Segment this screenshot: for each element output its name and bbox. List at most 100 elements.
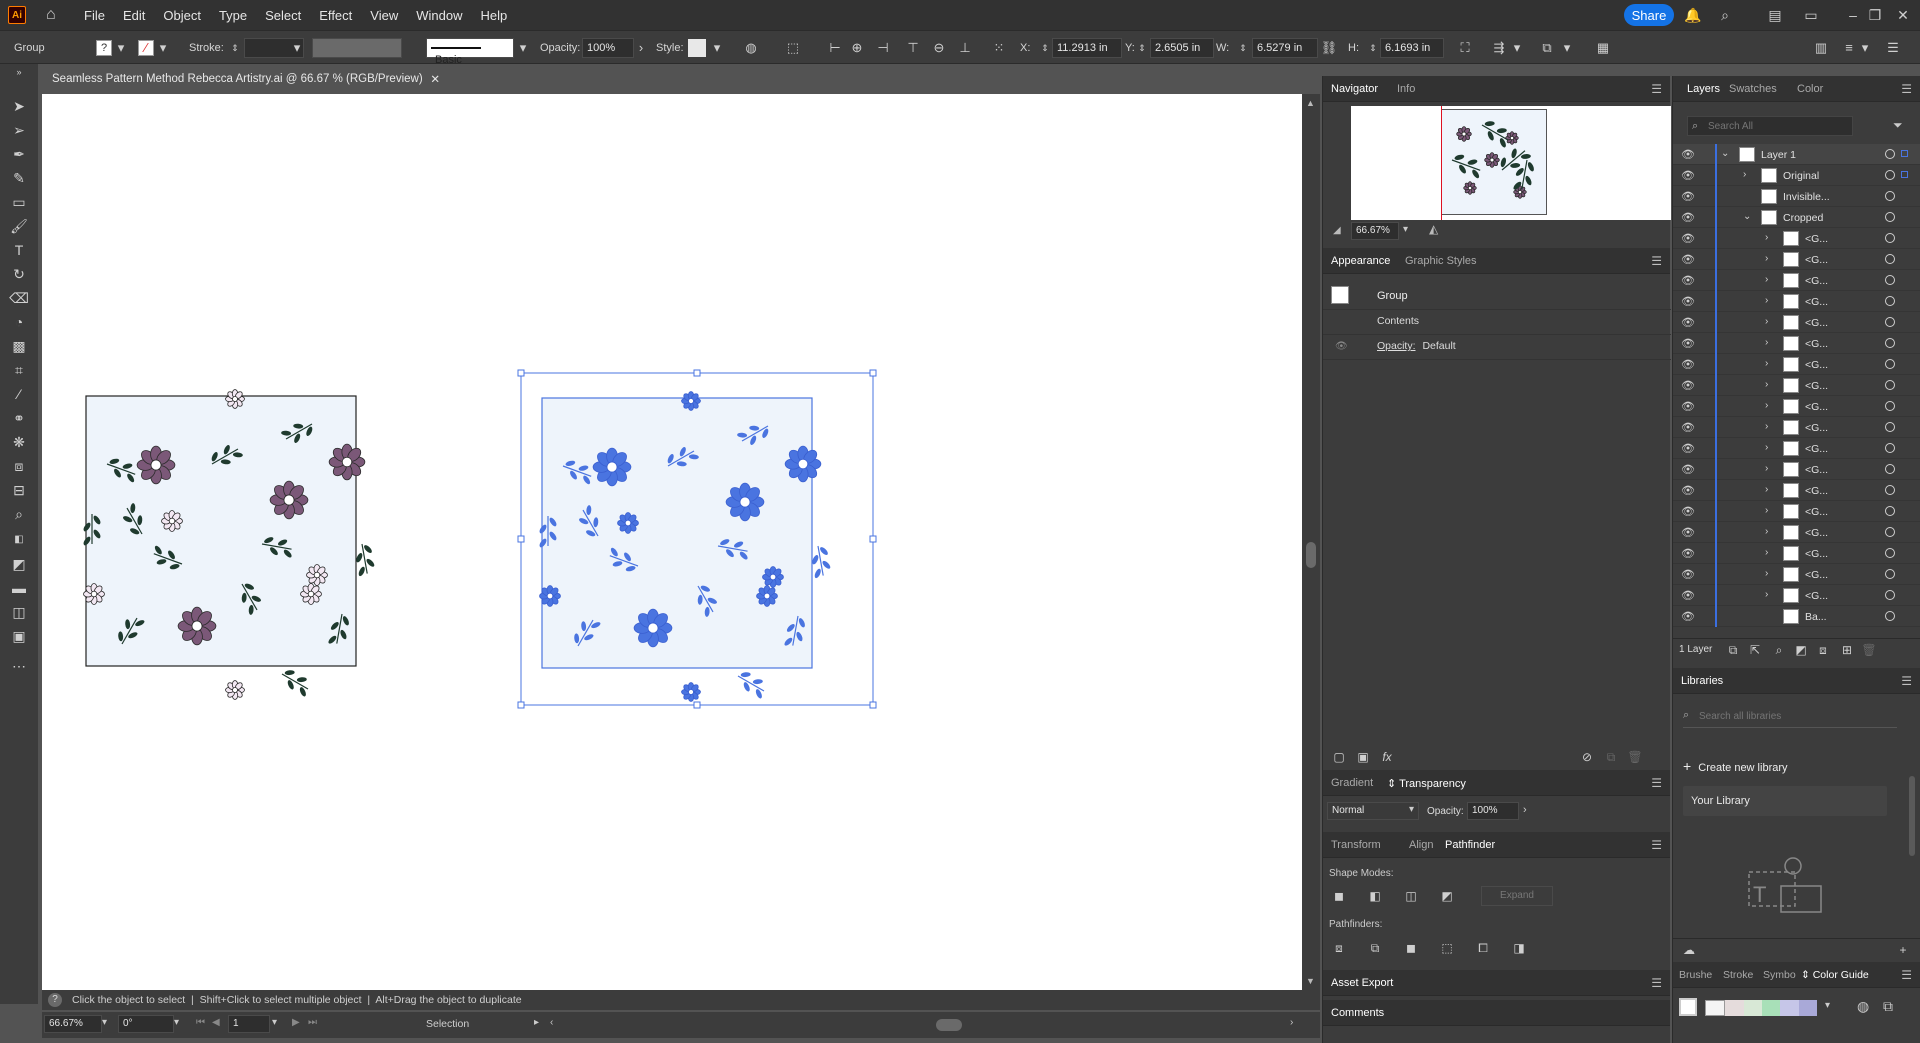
align-bottom-icon[interactable]: ⊥ bbox=[956, 39, 974, 57]
panel-menu-icon[interactable]: ☰ bbox=[1651, 976, 1662, 990]
scroll-down-icon[interactable]: ▼ bbox=[1306, 976, 1315, 986]
layer-name[interactable]: <G... bbox=[1805, 590, 1828, 602]
slice-tool-icon[interactable]: ⊟ bbox=[9, 480, 29, 500]
target-icon[interactable] bbox=[1885, 212, 1895, 222]
layer-name[interactable]: <G... bbox=[1805, 443, 1828, 455]
your-library-item[interactable]: Your Library bbox=[1683, 786, 1887, 816]
rectangle-tool-icon[interactable]: ▭ bbox=[9, 192, 29, 212]
unite-icon[interactable]: ◼ bbox=[1331, 888, 1347, 904]
crop-icon[interactable]: ⬚ bbox=[1439, 940, 1455, 956]
target-icon[interactable] bbox=[1885, 590, 1895, 600]
resize-handle[interactable] bbox=[869, 535, 877, 543]
layer-row[interactable]: 👁 › <G... bbox=[1673, 522, 1920, 543]
tab-transform[interactable]: Transform bbox=[1331, 839, 1381, 851]
layer-row[interactable]: 👁 › <G... bbox=[1673, 564, 1920, 585]
new-fill-icon[interactable]: ▣ bbox=[1355, 749, 1371, 765]
merge-icon[interactable]: ◼ bbox=[1403, 940, 1419, 956]
restore-icon[interactable]: ❐ bbox=[1866, 6, 1884, 24]
chevron-right-icon[interactable]: › bbox=[1765, 253, 1768, 264]
y-input[interactable]: 2.6505 in bbox=[1150, 38, 1214, 58]
trim-icon[interactable]: ⧉ bbox=[1367, 940, 1383, 956]
eye-icon[interactable]: 👁 bbox=[1681, 148, 1695, 161]
locate-object-icon[interactable]: ⌕ bbox=[1771, 642, 1787, 658]
tab-libraries[interactable]: Libraries bbox=[1681, 675, 1723, 687]
chevron-down-icon[interactable]: ▾ bbox=[1825, 1000, 1830, 1011]
eye-icon[interactable]: 👁 bbox=[1681, 463, 1695, 476]
distribute-icon[interactable]: ⇶ bbox=[1490, 39, 1508, 57]
eye-icon[interactable]: 👁 bbox=[1681, 337, 1695, 350]
eye-icon[interactable]: 👁 bbox=[1681, 316, 1695, 329]
original-pattern[interactable] bbox=[82, 389, 377, 700]
navigator-view-box[interactable] bbox=[1441, 106, 1442, 220]
navigator-zoom-input[interactable]: 66.67% bbox=[1351, 222, 1399, 240]
rotate-tool-icon[interactable]: ↻ bbox=[9, 264, 29, 284]
layer-row[interactable]: 👁 ⌄ Cropped bbox=[1673, 207, 1920, 228]
tab-navigator[interactable]: Navigator bbox=[1331, 83, 1378, 95]
tab-stroke[interactable]: Stroke bbox=[1723, 969, 1753, 981]
menu-window[interactable]: Window bbox=[416, 8, 462, 23]
layer-name[interactable]: Layer 1 bbox=[1761, 149, 1796, 161]
resize-handle[interactable] bbox=[869, 369, 877, 377]
graphic-style-swatch[interactable] bbox=[688, 39, 706, 57]
arrange-documents-icon[interactable]: ▤ bbox=[1766, 6, 1784, 24]
eye-icon[interactable]: 👁 bbox=[1681, 547, 1695, 560]
cloud-icon[interactable]: ☁ bbox=[1681, 942, 1697, 958]
layer-row[interactable]: 👁 › <G... bbox=[1673, 354, 1920, 375]
shape-icon[interactable]: ⬚ bbox=[784, 39, 802, 57]
target-icon[interactable] bbox=[1885, 611, 1895, 621]
transparency-opacity-input[interactable]: 100% bbox=[1467, 802, 1519, 820]
layer-name[interactable]: <G... bbox=[1805, 569, 1828, 581]
scroll-left-icon[interactable]: ‹ bbox=[550, 1017, 553, 1028]
symbol-sprayer-tool-icon[interactable]: ❋ bbox=[9, 432, 29, 452]
resize-handle[interactable] bbox=[693, 701, 701, 709]
eye-icon[interactable]: 👁 bbox=[1681, 274, 1695, 287]
layer-name[interactable]: Cropped bbox=[1783, 212, 1823, 224]
outline-icon[interactable]: ⧠ bbox=[1475, 940, 1491, 956]
w-input[interactable]: 6.5279 in bbox=[1252, 38, 1318, 58]
target-icon[interactable] bbox=[1885, 149, 1895, 159]
variable-width-profile[interactable] bbox=[312, 38, 402, 58]
fill-swatch[interactable]: ? bbox=[96, 40, 112, 56]
appearance-contents[interactable]: Contents bbox=[1377, 315, 1419, 327]
eyedropper-tool-icon[interactable]: ⁄ bbox=[9, 384, 29, 404]
layers-search-input[interactable] bbox=[1708, 119, 1848, 133]
eye-icon[interactable]: 👁 bbox=[1681, 253, 1695, 266]
target-icon[interactable] bbox=[1885, 485, 1895, 495]
clear-appearance-icon[interactable]: ⊘ bbox=[1579, 749, 1595, 765]
layer-name[interactable]: Invisible... bbox=[1783, 191, 1830, 203]
envelope-icon[interactable]: ⧉ bbox=[1538, 39, 1556, 57]
panel-menu-icon[interactable]: ☰ bbox=[1901, 968, 1912, 982]
target-icon[interactable] bbox=[1885, 422, 1895, 432]
align-middle-icon[interactable]: ⊖ bbox=[930, 39, 948, 57]
target-icon[interactable] bbox=[1885, 464, 1895, 474]
exclude-icon[interactable]: ◩ bbox=[1439, 888, 1455, 904]
panel-menu-icon[interactable]: ☰ bbox=[1651, 776, 1662, 790]
layer-row[interactable]: 👁 › <G... bbox=[1673, 270, 1920, 291]
resize-handle[interactable] bbox=[517, 701, 525, 709]
zoom-tool-icon[interactable]: ⌕ bbox=[9, 504, 29, 524]
tab-color[interactable]: Color bbox=[1797, 83, 1823, 95]
tab-info[interactable]: Info bbox=[1397, 83, 1415, 95]
chevron-right-icon[interactable]: › bbox=[1765, 505, 1768, 516]
tab-brushes[interactable]: Brushe bbox=[1679, 969, 1712, 981]
collapse-toolbar-icon[interactable]: » bbox=[9, 62, 29, 82]
layer-row[interactable]: 👁 › <G... bbox=[1673, 291, 1920, 312]
vertical-scrollbar[interactable]: ▲ ▼ bbox=[1302, 94, 1320, 990]
chevron-right-icon[interactable]: › bbox=[1765, 526, 1768, 537]
brush-definition[interactable]: Basic bbox=[426, 38, 514, 66]
target-icon[interactable] bbox=[1885, 191, 1895, 201]
layer-row[interactable]: 👁 › <G... bbox=[1673, 585, 1920, 606]
target-icon[interactable] bbox=[1885, 506, 1895, 516]
chevron-down-icon[interactable]: ▾ bbox=[1508, 39, 1526, 57]
tab-appearance[interactable]: Appearance bbox=[1331, 255, 1390, 267]
rotation-input[interactable]: 0° bbox=[118, 1015, 174, 1033]
panel-menu-icon[interactable]: ☰ bbox=[1901, 674, 1912, 688]
menu-object[interactable]: Object bbox=[163, 8, 201, 23]
layer-name[interactable]: Original bbox=[1783, 170, 1819, 182]
tab-gradient[interactable]: Gradient bbox=[1331, 777, 1373, 789]
layer-row[interactable]: 👁 › Original bbox=[1673, 165, 1920, 186]
help-icon[interactable]: ? bbox=[48, 993, 62, 1007]
eye-icon[interactable]: 👁 bbox=[1681, 589, 1695, 602]
chevron-right-icon[interactable]: › bbox=[1765, 379, 1768, 390]
tab-align[interactable]: Align bbox=[1409, 839, 1433, 851]
